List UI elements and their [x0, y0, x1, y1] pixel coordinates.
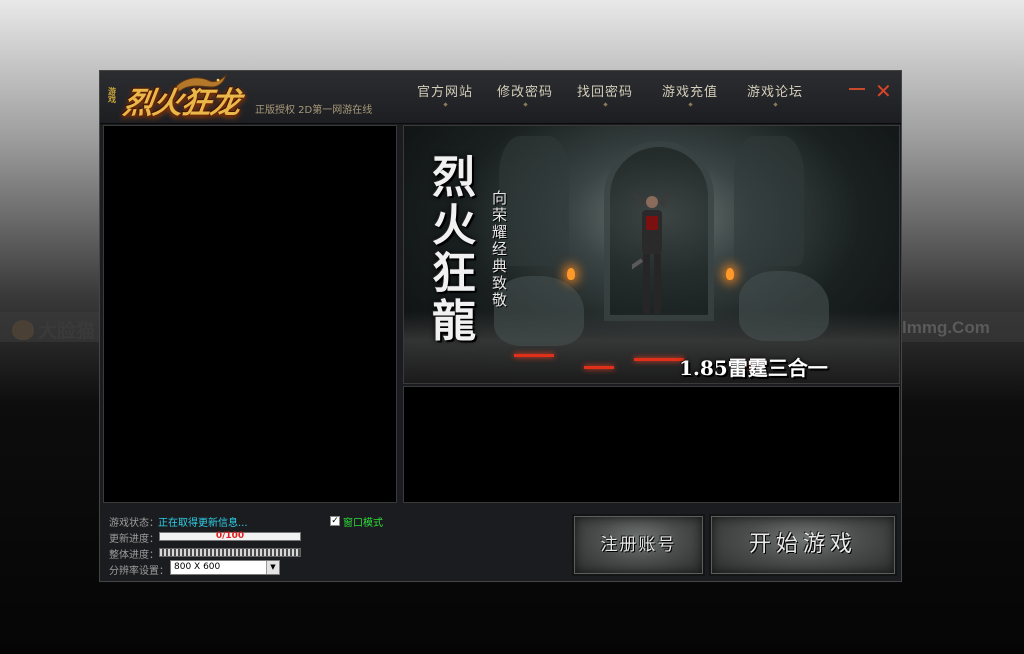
- minimize-button[interactable]: [849, 83, 865, 99]
- game-status-value: 正在取得更新信息...: [158, 518, 248, 529]
- lava-crack: [514, 354, 554, 357]
- logo-small-text: 游戏: [108, 86, 116, 104]
- total-progress-label: 整体进度：: [109, 550, 159, 561]
- update-progress-text: 0/100: [215, 531, 245, 541]
- resolution-label: 分辨率设置：: [109, 566, 169, 577]
- launcher-window: 游戏 烈火狂龙 正版授权 2D第一网游在线 官方网站 修改密码 找回密码 游戏充…: [99, 70, 902, 582]
- nav-label: 游戏充值: [662, 85, 719, 100]
- torch-flame-icon: [726, 268, 734, 280]
- banner-subtitle: 向荣耀经典致敬: [492, 189, 508, 309]
- torch-flame-icon: [567, 268, 575, 280]
- close-icon: ✕: [875, 79, 892, 103]
- cat-face-icon: [12, 319, 34, 340]
- watermark-left: 大脸猫: [12, 316, 95, 343]
- armored-knight-figure: [632, 192, 670, 314]
- lava-crack: [634, 358, 684, 361]
- window-mode-checkbox[interactable]: ✓: [330, 516, 340, 526]
- nav-recharge[interactable]: 游戏充值: [662, 81, 719, 107]
- game-logo: 游戏 烈火狂龙: [106, 73, 256, 121]
- nav-official-site[interactable]: 官方网站: [417, 81, 474, 107]
- chevron-down-icon[interactable]: ▼: [266, 561, 279, 574]
- titlebar[interactable]: 游戏 烈火狂龙 正版授权 2D第一网游在线 官方网站 修改密码 找回密码 游戏充…: [100, 71, 901, 124]
- window-mode-label[interactable]: 窗口模式: [343, 514, 383, 529]
- game-banner[interactable]: 烈火狂龍 向荣耀经典致敬 1.85雷霆三合一: [403, 125, 900, 384]
- nav-change-password[interactable]: 修改密码: [497, 81, 554, 107]
- banner-version: 1.85雷霆三合一: [679, 356, 828, 380]
- banner-title: 烈火狂龍: [432, 152, 476, 347]
- update-progress-label: 更新进度：: [109, 534, 159, 545]
- minimize-icon: [849, 88, 865, 90]
- nav-forum[interactable]: 游戏论坛: [747, 81, 804, 107]
- logo-title: 烈火狂龙: [121, 86, 242, 121]
- update-progress-bar: 0/100: [159, 531, 301, 541]
- resolution-value: 800 X 600: [174, 562, 221, 572]
- nav-label: 修改密码: [497, 85, 554, 100]
- diamond-icon: [688, 102, 693, 107]
- nav-label: 找回密码: [577, 85, 634, 100]
- close-button[interactable]: ✕: [875, 81, 892, 101]
- nav-recover-password[interactable]: 找回密码: [577, 81, 634, 107]
- notice-panel[interactable]: [403, 386, 900, 503]
- news-panel[interactable]: [103, 125, 397, 503]
- tagline: 正版授权 2D第一网游在线: [255, 105, 373, 116]
- diamond-icon: [443, 102, 448, 107]
- checkmark-icon: ✓: [331, 516, 339, 526]
- game-status-label: 游戏状态：: [109, 518, 159, 529]
- diamond-icon: [773, 102, 778, 107]
- watermark-left-text: 大脸猫: [38, 320, 96, 342]
- lava-crack: [584, 366, 614, 369]
- total-progress-bar: [159, 548, 301, 557]
- dragon-head-right: [739, 271, 829, 341]
- dragon-statue-right: [734, 136, 804, 266]
- watermark-right-text: lmmg.Com: [902, 318, 990, 337]
- nav-label: 游戏论坛: [747, 85, 804, 100]
- start-game-button[interactable]: 开始游戏: [709, 514, 897, 576]
- nav-label: 官方网站: [417, 85, 474, 100]
- diamond-icon: [603, 102, 608, 107]
- register-account-button[interactable]: 注册账号: [572, 514, 705, 576]
- resolution-select[interactable]: 800 X 600 ▼: [170, 560, 280, 575]
- diamond-icon: [523, 102, 528, 107]
